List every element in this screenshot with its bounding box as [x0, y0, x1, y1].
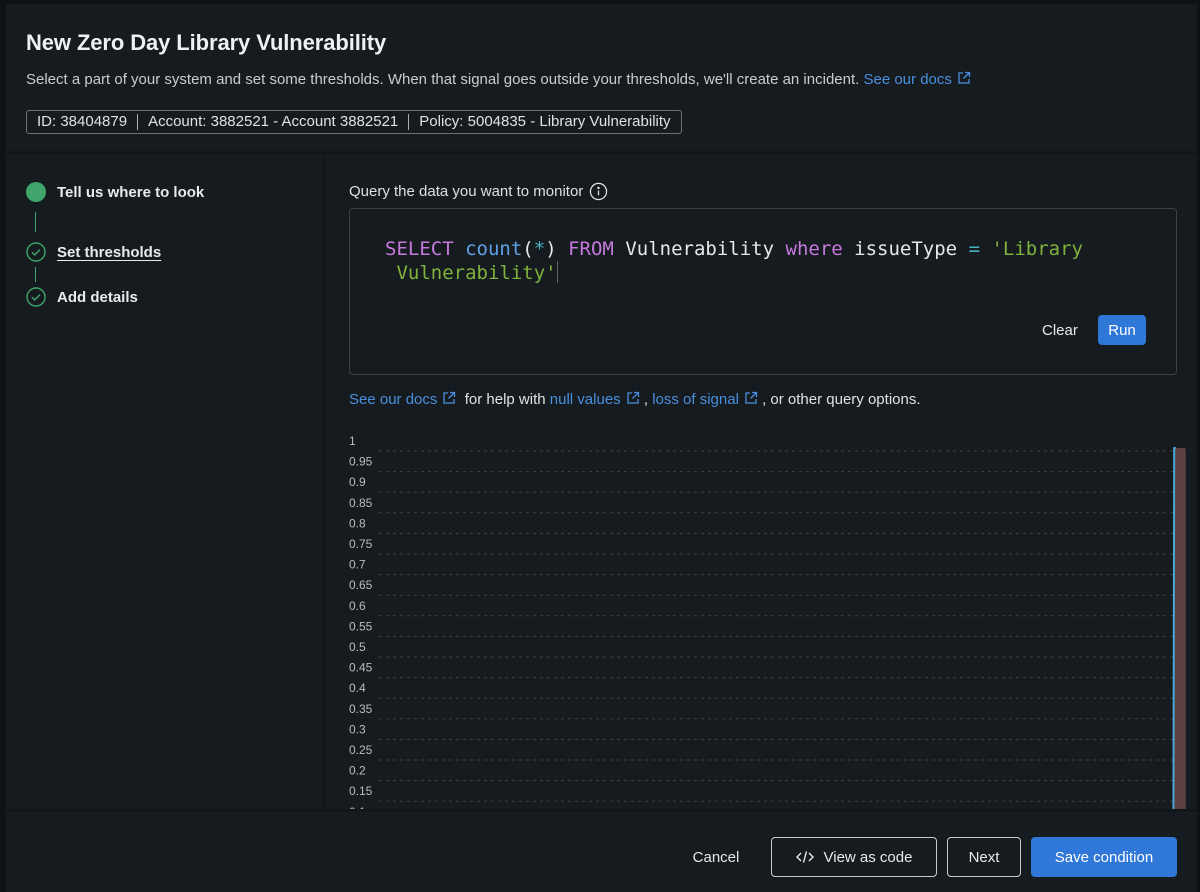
docs-link[interactable]: See our docs [863, 71, 971, 88]
query-label-text: Query the data you want to monitor [349, 183, 584, 200]
y-tick-label: 0.65 [349, 578, 373, 592]
meta-divider [408, 114, 410, 130]
y-tick-label: 0.9 [349, 475, 366, 489]
query-label: Query the data you want to monitor [349, 182, 608, 201]
step-label: Tell us where to look [57, 183, 205, 201]
code-keyword: FROM [568, 238, 614, 260]
condition-meta: ID: 38404879 Account: 3882521 - Account … [26, 110, 682, 134]
next-button[interactable]: Next [947, 837, 1021, 877]
query-panel: Query the data you want to monitor SELEC… [329, 157, 1197, 809]
series-line [1172, 447, 1176, 809]
y-tick-label: 0.55 [349, 619, 373, 633]
y-tick-label: 0.4 [349, 681, 366, 695]
query-preview-chart: 1 0.95 0.9 0.85 0.8 0.75 0.7 0.65 0.6 0.55 0.5 0.45… [349, 427, 1197, 809]
query-help-text: See our docs for help with null values ,… [349, 391, 921, 408]
null-values-link[interactable]: null values [550, 391, 640, 408]
y-tick-label: 0.8 [349, 516, 366, 530]
page-subtitle: Select a part of your system and set som… [26, 71, 971, 88]
run-button[interactable]: Run [1098, 315, 1146, 345]
clear-button[interactable]: Clear [1030, 315, 1090, 345]
step-tell-us-where-to-look[interactable]: Tell us where to look [26, 182, 204, 202]
y-tick-label: 0.75 [349, 537, 373, 551]
incident-highlight-band [1173, 448, 1186, 809]
condition-account: Account: 3882521 - Account 3882521 [148, 113, 399, 130]
y-tick-label: 0.2 [349, 764, 366, 778]
code-operator: = [968, 238, 981, 260]
help-docs-link[interactable]: See our docs [349, 391, 456, 408]
query-code[interactable]: SELECT count(*) FROM Vulnerability where… [385, 238, 1145, 285]
steps-sidebar: Tell us where to look Set thresholds Add… [6, 157, 326, 809]
y-tick-label: 0.3 [349, 722, 366, 736]
y-tick-label: 0.35 [349, 702, 373, 716]
condition-id: ID: 38404879 [37, 113, 128, 130]
step-connector [35, 212, 36, 232]
step-label: Set thresholds [57, 243, 162, 261]
y-tick-label: 1 [349, 434, 356, 448]
code-identifier: Vulnerability [625, 238, 775, 260]
external-link-icon [627, 391, 639, 404]
link-label: loss of signal [652, 391, 739, 408]
check-circle-icon [26, 287, 46, 307]
code-keyword: SELECT [385, 238, 454, 260]
y-tick-label: 0.25 [349, 743, 373, 757]
code-icon [795, 851, 814, 863]
y-tick-label: 0.95 [349, 455, 373, 469]
code-paren: ( [522, 238, 534, 260]
code-string: Vulnerability' [396, 262, 557, 284]
step-label: Add details [57, 288, 138, 306]
text-cursor [556, 261, 558, 283]
nrql-query-editor[interactable]: SELECT count(*) FROM Vulnerability where… [349, 208, 1177, 375]
code-operator: * [533, 238, 546, 260]
external-link-icon [958, 71, 971, 84]
y-tick-label: 0.15 [349, 784, 373, 798]
page-title: New Zero Day Library Vulnerability [26, 30, 387, 55]
link-label: null values [549, 391, 621, 408]
y-tick-label: 0.5 [349, 640, 366, 654]
save-condition-button[interactable]: Save condition [1031, 837, 1177, 877]
subtitle-text: Select a part of your system and set som… [26, 71, 860, 88]
view-as-code-label: View as code [823, 848, 913, 866]
condition-modal: New Zero Day Library Vulnerability Selec… [6, 4, 1197, 892]
condition-policy: Policy: 5004835 - Library Vulnerability [419, 113, 671, 130]
y-tick-label: 0.85 [349, 496, 373, 510]
view-as-code-button[interactable]: View as code [771, 837, 937, 877]
code-function: count [465, 238, 523, 260]
y-tick-label: 0.45 [349, 661, 373, 675]
y-tick-label: 0.6 [349, 599, 366, 613]
help-text: for help with [464, 391, 546, 408]
step-add-details[interactable]: Add details [26, 287, 138, 307]
meta-divider [137, 114, 139, 130]
link-label: See our docs [349, 391, 438, 408]
filled-dot-icon [26, 182, 46, 202]
cancel-button[interactable]: Cancel [674, 837, 758, 877]
code-keyword: where [785, 238, 843, 260]
external-link-icon [745, 391, 758, 404]
check-circle-icon [26, 242, 46, 262]
code-string: 'Library [991, 238, 1083, 260]
code-identifier: issueType [854, 238, 958, 260]
info-icon[interactable] [589, 182, 608, 201]
help-text: , [643, 391, 649, 408]
y-tick-label: 0.7 [349, 558, 366, 572]
docs-link-label: See our docs [863, 71, 952, 88]
modal-header: New Zero Day Library Vulnerability Selec… [6, 4, 1197, 154]
modal-footer: Cancel View as code Next Save condition [6, 809, 1197, 892]
external-link-icon [443, 391, 456, 404]
step-connector [35, 267, 36, 282]
code-paren: ) [545, 238, 557, 260]
chart-canvas: 1 0.95 0.9 0.85 0.8 0.75 0.7 0.65 0.6 0.55 0.5 0.45… [349, 434, 1186, 809]
step-set-thresholds[interactable]: Set thresholds [26, 242, 161, 262]
loss-of-signal-link[interactable]: loss of signal [652, 391, 758, 408]
help-text: , or other query options. [762, 391, 921, 408]
